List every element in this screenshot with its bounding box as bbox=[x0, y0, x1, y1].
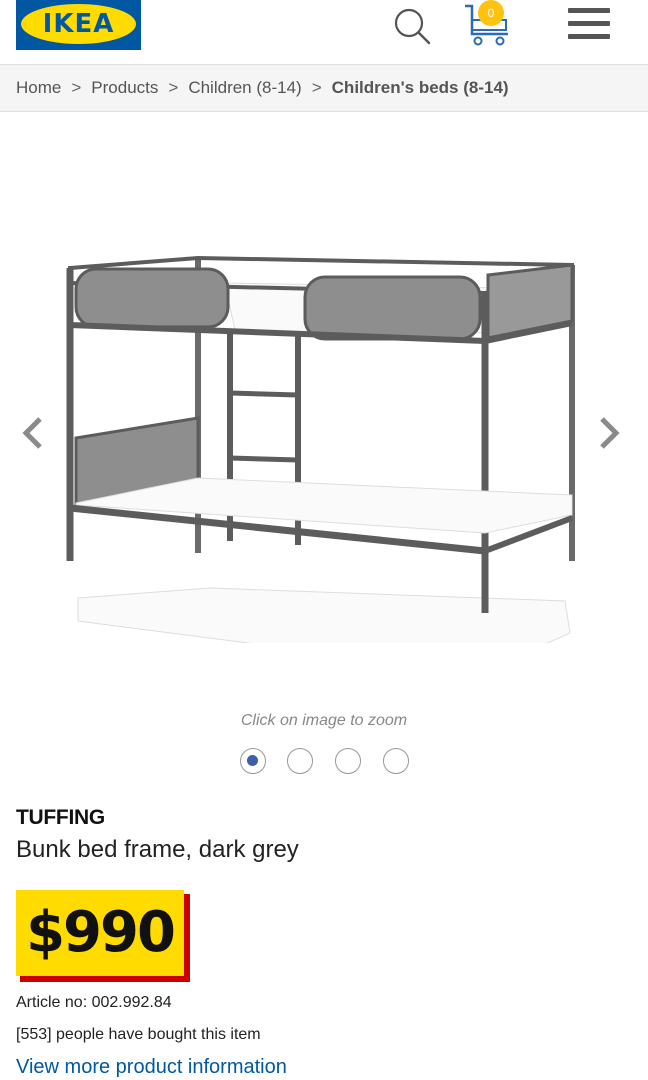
zoom-hint: Click on image to zoom bbox=[240, 712, 408, 729]
product-description: Bunk bed frame, dark grey bbox=[16, 836, 299, 863]
image-dot-3[interactable] bbox=[335, 748, 361, 774]
article-number: Article no: 002.992.84 bbox=[16, 994, 172, 1011]
product-image-gallery bbox=[0, 113, 648, 703]
breadcrumb-separator: > bbox=[71, 78, 82, 97]
image-pagination bbox=[238, 748, 418, 776]
breadcrumb: Home > Products > Children (8-14) > Children's… bbox=[0, 64, 648, 112]
ikea-logo[interactable]: IKEA ® bbox=[16, 0, 141, 50]
breadcrumb-children[interactable]: Children (8-14) bbox=[188, 78, 301, 97]
view-more-info-link[interactable]: View more product information bbox=[16, 1056, 287, 1079]
product-price: $990 bbox=[26, 900, 176, 965]
search-icon[interactable] bbox=[392, 6, 432, 46]
previous-image-arrow-icon[interactable] bbox=[18, 413, 48, 453]
breadcrumb-separator: > bbox=[168, 78, 179, 97]
breadcrumb-separator: > bbox=[311, 78, 322, 97]
image-dot-4[interactable] bbox=[383, 748, 409, 774]
breadcrumb-current: Children's beds (8-14) bbox=[331, 78, 509, 97]
product-image-bunk-bed[interactable] bbox=[60, 243, 590, 643]
cart-count-badge[interactable]: 0 bbox=[478, 0, 504, 26]
logo-registered-mark: ® bbox=[127, 8, 133, 15]
header: IKEA ® 0 bbox=[0, 0, 648, 64]
image-dot-2[interactable] bbox=[287, 748, 313, 774]
breadcrumb-home[interactable]: Home bbox=[16, 78, 61, 97]
product-name: TUFFING bbox=[16, 806, 105, 829]
logo-text: IKEA bbox=[42, 9, 115, 39]
hamburger-menu-icon[interactable] bbox=[568, 8, 610, 42]
breadcrumb-products[interactable]: Products bbox=[91, 78, 158, 97]
next-image-arrow-icon[interactable] bbox=[594, 413, 624, 453]
price-tag: $990 bbox=[16, 890, 190, 982]
image-dot-1[interactable] bbox=[240, 748, 266, 774]
price-tag-box: $990 bbox=[16, 890, 184, 976]
purchase-count: [553] people have bought this item bbox=[16, 1026, 261, 1043]
